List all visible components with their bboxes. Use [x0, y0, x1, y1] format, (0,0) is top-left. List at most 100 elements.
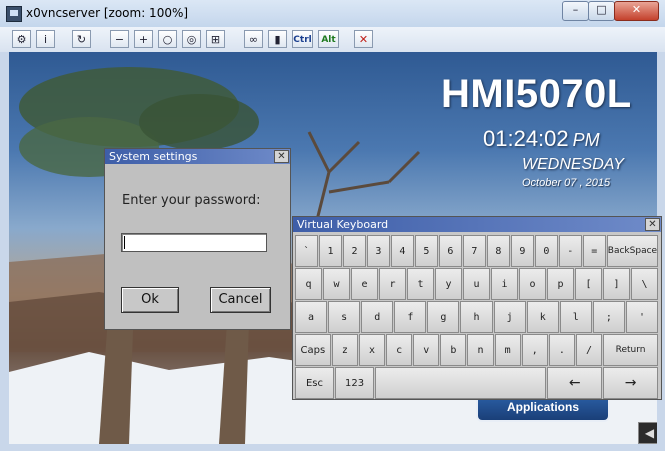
hmi-model-title: HMI5070L [441, 72, 632, 116]
key[interactable]: j [493, 301, 526, 333]
key[interactable]: s [328, 301, 361, 333]
key[interactable]: r [379, 268, 406, 300]
keyboard-row-4: Caps z x c v b n m,. / Return [295, 334, 659, 366]
password-input[interactable] [121, 233, 267, 252]
key[interactable]: 7 [462, 235, 486, 267]
text-caret [124, 236, 125, 249]
ok-button[interactable]: Ok [121, 287, 179, 313]
back-arrow-icon[interactable]: ◀ [638, 422, 657, 444]
key[interactable]: u [463, 268, 490, 300]
password-prompt: Enter your password: [122, 193, 261, 208]
key[interactable]: 8 [486, 235, 510, 267]
key-backspace[interactable]: BackSpace [606, 235, 659, 267]
cancel-button[interactable]: Cancel [210, 287, 271, 313]
keyboard-row-2: q w e r t y u i o p[] \ [295, 268, 659, 300]
frame-bottom [0, 444, 665, 451]
key[interactable]: - [558, 235, 582, 267]
key[interactable]: 3 [366, 235, 390, 267]
maximize-button[interactable]: □ [588, 1, 615, 21]
key[interactable]: m [494, 334, 521, 366]
key[interactable]: 9 [510, 235, 534, 267]
key[interactable]: ` [295, 235, 318, 267]
dialog-close-icon[interactable]: ✕ [274, 150, 289, 163]
key[interactable]: l [559, 301, 592, 333]
key[interactable]: 1 [318, 235, 342, 267]
system-settings-dialog: System settings ✕ Enter your password: O… [104, 148, 291, 330]
ctrl-button[interactable]: Ctrl [292, 30, 313, 48]
key[interactable]: w [323, 268, 350, 300]
key-esc[interactable]: Esc [295, 367, 335, 399]
window-title: x0vncserver [zoom: 100%] [26, 6, 189, 20]
key[interactable]: o [519, 268, 546, 300]
key[interactable]: ' [625, 301, 659, 333]
send-keys-icon[interactable]: ∞ [244, 30, 263, 48]
key[interactable]: c [386, 334, 413, 366]
keyboard-close-icon[interactable]: ✕ [645, 218, 660, 231]
key[interactable]: e [351, 268, 378, 300]
key[interactable]: [ [575, 268, 602, 300]
key-return[interactable]: Return [603, 334, 659, 366]
key-left-arrow[interactable]: ← [547, 367, 603, 399]
keyboard-titlebar: Virtual Keyboard ✕ [293, 217, 661, 232]
zoom-100-icon[interactable]: ○ [158, 30, 177, 48]
transfer-icon[interactable]: ▮ [268, 30, 287, 48]
refresh-icon[interactable]: ↻ [72, 30, 91, 48]
key[interactable]: = [582, 235, 606, 267]
key[interactable]: z [331, 334, 358, 366]
key[interactable]: f [394, 301, 427, 333]
key-caps[interactable]: Caps [295, 334, 331, 366]
keyboard-keys: ` 1 2 3 4 5 6 7 8 9 0- = BackSpace q w e r t y u i o p[] \ asd… [295, 235, 659, 400]
key-right-arrow[interactable]: → [603, 367, 658, 399]
window-controls: – □ ✕ [562, 1, 659, 21]
key-123[interactable]: 123 [335, 367, 375, 399]
key[interactable]: i [491, 268, 518, 300]
zoom-in-icon[interactable]: + [134, 30, 153, 48]
dialog-title: System settings [109, 150, 198, 163]
virtual-keyboard: Virtual Keyboard ✕ ` 1 2 3 4 5 6 7 8 9 0- = BackSpac… [292, 216, 662, 400]
key[interactable]: 0 [534, 235, 558, 267]
minimize-button[interactable]: – [562, 1, 589, 21]
key[interactable]: 6 [438, 235, 462, 267]
zoom-fit-icon[interactable]: ◎ [182, 30, 201, 48]
zoom-out-icon[interactable]: − [110, 30, 129, 48]
key[interactable]: g [427, 301, 460, 333]
keyboard-title: Virtual Keyboard [297, 218, 389, 231]
key[interactable]: 5 [414, 235, 438, 267]
key[interactable]: x [358, 334, 386, 366]
key[interactable]: n [467, 334, 494, 366]
vnc-toolbar: ⚙ i ↻ − + ○ ◎ ⊞ ∞ ▮ Ctrl Alt ✕ [0, 27, 665, 53]
key[interactable]: b [440, 334, 467, 366]
close-button[interactable]: ✕ [614, 1, 659, 21]
key[interactable]: v [413, 334, 440, 366]
hmi-date: October 07 , 2015 [522, 177, 611, 189]
key[interactable]: k [526, 301, 559, 333]
key[interactable]: t [407, 268, 434, 300]
hmi-time-value: 01:24:02 [483, 126, 569, 151]
fullscreen-icon[interactable]: ⊞ [206, 30, 225, 48]
disconnect-icon[interactable]: ✕ [354, 30, 373, 48]
key[interactable]: a [295, 301, 328, 333]
info-icon[interactable]: i [36, 30, 55, 48]
app-icon [6, 6, 22, 22]
key[interactable]: 2 [342, 235, 366, 267]
keyboard-row-5: Esc 123 ← → [295, 367, 659, 399]
keyboard-row-3: a s d f g h j k l; ' [295, 301, 659, 333]
key[interactable]: \ [631, 268, 658, 300]
key[interactable]: h [460, 301, 493, 333]
key[interactable]: ] [603, 268, 630, 300]
key[interactable]: , [521, 334, 548, 366]
key[interactable]: ; [592, 301, 625, 333]
dialog-titlebar: System settings ✕ [105, 149, 290, 164]
key[interactable]: . [548, 334, 575, 366]
key[interactable]: 4 [390, 235, 414, 267]
hmi-day: WEDNESDAY [522, 156, 624, 173]
key[interactable]: / [575, 334, 603, 366]
frame-left [0, 52, 9, 451]
key-space[interactable] [375, 367, 547, 399]
key[interactable]: p [547, 268, 574, 300]
alt-button[interactable]: Alt [318, 30, 339, 48]
options-icon[interactable]: ⚙ [12, 30, 31, 48]
key[interactable]: y [435, 268, 462, 300]
key[interactable]: q [295, 268, 322, 300]
key[interactable]: d [361, 301, 394, 333]
